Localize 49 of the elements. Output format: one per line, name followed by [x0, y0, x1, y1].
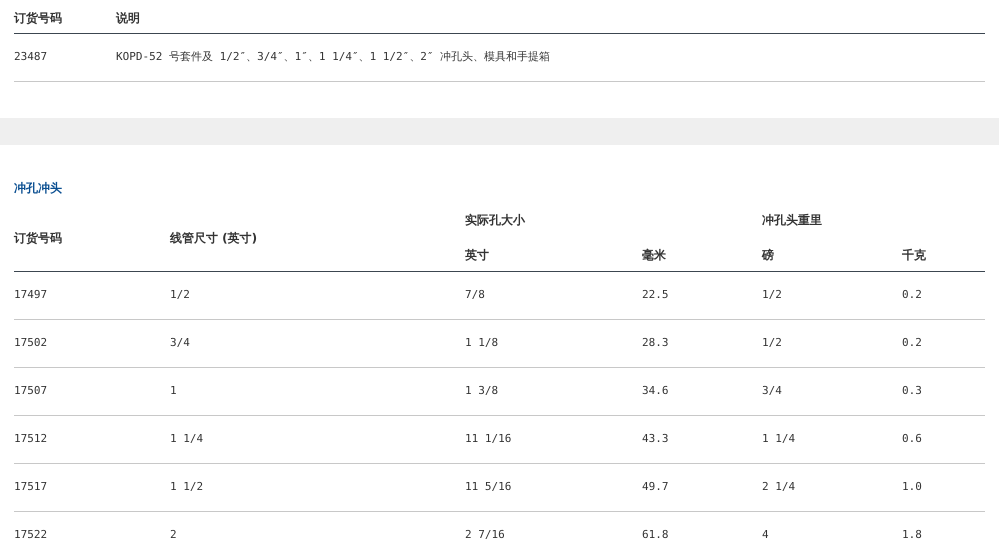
table-cell: 23487 — [14, 50, 48, 64]
table-cell: 2 7/16 — [465, 528, 505, 542]
column-header: 磅 — [762, 248, 774, 262]
table-cell: 0.6 — [902, 432, 922, 446]
table-cell: KOPD-52 号套件及 1/2″、3/4″、1″、1 1/4″、1 1/2″、2″ 冲孔头、模具和手提箱 — [116, 50, 550, 64]
table-cell: 1 1/4 — [170, 432, 204, 446]
column-header: 线管尺寸 (英寸) — [170, 230, 258, 244]
column-header: 说明 — [116, 10, 140, 24]
table-cell: 1 3/8 — [465, 384, 498, 398]
column-header: 订货号码 — [14, 10, 62, 24]
table-cell: 1 1/2 — [170, 480, 204, 494]
column-header: 英寸 — [465, 248, 489, 262]
table-cell: 7/8 — [465, 288, 485, 302]
table-cell: 1 1/8 — [465, 336, 498, 350]
column-header: 订货号码 — [14, 230, 62, 244]
table-cell: 22.5 — [642, 288, 668, 302]
table-cell: 2 1/4 — [762, 480, 796, 494]
table-cell: 61.8 — [642, 528, 668, 542]
table-cell: 1.0 — [902, 480, 922, 494]
column-header: 千克 — [902, 248, 926, 262]
table-cell: 3/4 — [170, 336, 190, 350]
table-cell: 17502 — [14, 336, 48, 350]
table-cell: 0.2 — [902, 336, 922, 350]
table-cell: 17497 — [14, 288, 48, 302]
table-cell: 1/2 — [762, 288, 782, 302]
table-cell: 0.3 — [902, 384, 922, 398]
table-cell: 1.8 — [902, 528, 922, 542]
table-cell: 17517 — [14, 480, 48, 494]
column-header: 实际孔大小 — [465, 213, 525, 227]
table-cell: 17507 — [14, 384, 48, 398]
table-cell: 11 5/16 — [465, 480, 512, 494]
table-cell: 49.7 — [642, 480, 668, 494]
table-cell: 1/2 — [762, 336, 782, 350]
table-cell: 1 1/4 — [762, 432, 796, 446]
table-cell: 17512 — [14, 432, 48, 446]
section-title: 冲孔冲头 — [14, 180, 63, 197]
table-cell: 4 — [762, 528, 769, 542]
column-header: 冲孔头重里 — [762, 213, 822, 227]
table-cell: 0.2 — [902, 288, 922, 302]
column-header: 毫米 — [642, 248, 666, 262]
table-cell: 11 1/16 — [465, 432, 512, 446]
table-cell: 2 — [170, 528, 177, 542]
table-cell: 3/4 — [762, 384, 782, 398]
table-cell: 1/2 — [170, 288, 190, 302]
table-cell: 17522 — [14, 528, 48, 542]
table-cell: 34.6 — [642, 384, 668, 398]
table-cell: 28.3 — [642, 336, 668, 350]
table-cell: 43.3 — [642, 432, 668, 446]
table-cell: 1 — [170, 384, 177, 398]
